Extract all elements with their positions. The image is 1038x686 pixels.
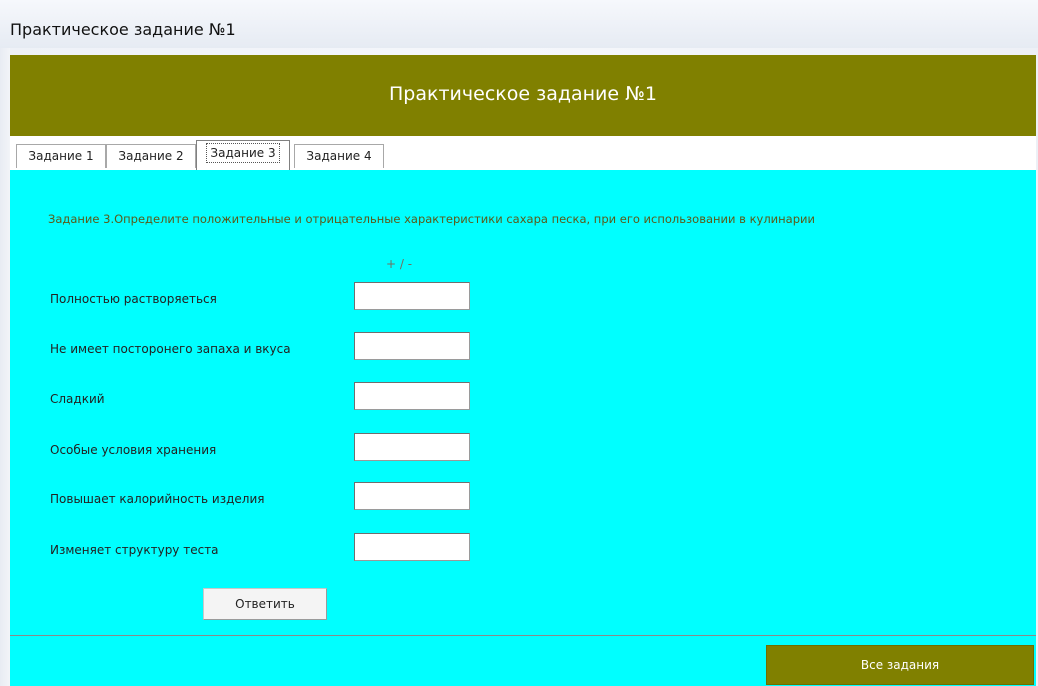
answer-field-3[interactable] [354,382,470,410]
tab-label: Задание 3 [206,143,280,163]
window-title-bar: Практическое задание №1 [0,0,1038,48]
row-label: Повышает калорийность изделия [50,492,265,506]
row-label: Сладкий [50,392,105,406]
row-label: Не имеет посторонего запаха и вкуса [50,342,291,356]
tab-zadanie-2[interactable]: Задание 2 [106,144,196,168]
tab-label: Задание 2 [118,149,184,163]
answer-field-2[interactable] [354,332,470,360]
all-tasks-button[interactable]: Все задания [766,645,1034,685]
tab-zadanie-1[interactable]: Задание 1 [16,144,106,168]
window-left-edge [0,48,10,686]
answer-button[interactable]: Ответить [203,588,327,620]
task-content-panel: Задание 3.Определите положительные и отр… [10,170,1036,634]
header-banner: Практическое задание №1 [10,55,1036,136]
answer-field-6[interactable] [354,533,470,561]
answer-field-4[interactable] [354,433,470,461]
row-label: Особые условия хранения [50,443,217,457]
tab-zadanie-3[interactable]: Задание 3 [196,140,290,170]
tab-zadanie-4[interactable]: Задание 4 [294,144,384,168]
window-title: Практическое задание №1 [10,20,236,39]
question-text: Задание 3.Определите положительные и отр… [48,212,815,226]
tab-strip: Задание 1 Задание 2 Задание 3 Задание 4 [10,136,1036,170]
tab-label: Задание 4 [306,149,372,163]
footer-bar: Все задания [10,636,1036,686]
answer-field-5[interactable] [354,482,470,510]
tab-label: Задание 1 [28,149,94,163]
row-label: Полностью растворяеться [50,292,217,306]
page-title: Практическое задание №1 [389,83,657,105]
app-frame: Практическое задание №1 Задание 1 Задани… [10,55,1036,686]
row-label: Изменяет структуру теста [50,543,219,557]
answer-field-1[interactable] [354,282,470,310]
plus-minus-hint: + / - [386,257,413,271]
